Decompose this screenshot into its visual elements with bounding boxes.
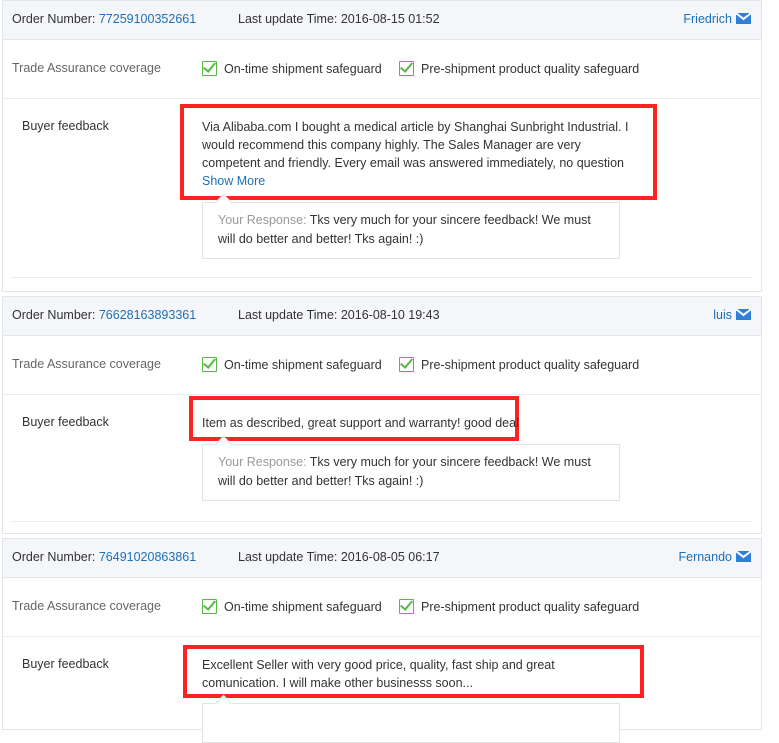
order-number-label: Order Number: 76628163893361	[12, 308, 197, 322]
trade-assurance-label: Trade Assurance coverage	[12, 61, 161, 75]
order-number-label: Order Number: 76491020863861	[12, 550, 197, 564]
buyer-feedback-label: Buyer feedback	[22, 415, 109, 429]
check-icon	[202, 599, 217, 614]
order-card: Order Number: 76491020863861 Last update…	[2, 538, 762, 743]
order-header: Order Number: 76628163893361 Last update…	[3, 297, 761, 336]
seller-response: Your Response: Tks very much for your si…	[202, 202, 620, 259]
feedback-text: Excellent Seller with very good price, q…	[202, 658, 555, 690]
safeguard-quality: Pre-shipment product quality safeguard	[399, 599, 639, 614]
divider	[11, 521, 753, 522]
show-more-link[interactable]: Show More	[202, 174, 265, 188]
order-number-link[interactable]: 76628163893361	[99, 308, 196, 322]
check-icon	[202, 357, 217, 372]
divider	[11, 277, 753, 278]
buyer-name[interactable]: luis	[713, 308, 732, 322]
buyer-feedback-label: Buyer feedback	[22, 119, 109, 133]
trade-assurance-label: Trade Assurance coverage	[12, 357, 161, 371]
last-update: Last update Time: 2016-08-15 01:52	[238, 12, 440, 26]
order-number-link[interactable]: 77259100352661	[99, 12, 196, 26]
buyer-contact[interactable]: luis	[713, 308, 751, 322]
buyer-name[interactable]: Friedrich	[683, 12, 732, 26]
safeguard-quality: Pre-shipment product quality safeguard	[399, 357, 639, 372]
order-header: Order Number: 77259100352661 Last update…	[3, 1, 761, 40]
check-icon	[399, 357, 414, 372]
safeguard-ontime: On-time shipment safeguard	[202, 61, 382, 76]
safeguard-quality: Pre-shipment product quality safeguard	[399, 61, 639, 76]
buyer-feedback-label: Buyer feedback	[22, 657, 109, 671]
safeguard-ontime: On-time shipment safeguard	[202, 599, 382, 614]
mail-icon[interactable]	[736, 13, 751, 24]
buyer-contact[interactable]: Fernando	[678, 550, 751, 564]
mail-icon[interactable]	[736, 551, 751, 562]
trade-assurance-row: Trade Assurance coverage On-time shipmen…	[3, 40, 761, 99]
last-update: Last update Time: 2016-08-10 19:43	[238, 308, 440, 322]
feedback-text: Via Alibaba.com I bought a medical artic…	[202, 120, 629, 188]
trade-assurance-label: Trade Assurance coverage	[12, 599, 161, 613]
check-icon	[202, 61, 217, 76]
seller-response	[202, 703, 620, 743]
feedback-text: Item as described, great support and war…	[202, 416, 519, 430]
last-update: Last update Time: 2016-08-05 06:17	[238, 550, 440, 564]
trade-assurance-row: Trade Assurance coverage On-time shipmen…	[3, 578, 761, 637]
seller-response: Your Response: Tks very much for your si…	[202, 444, 620, 501]
buyer-name[interactable]: Fernando	[678, 550, 732, 564]
order-header: Order Number: 76491020863861 Last update…	[3, 539, 761, 578]
safeguard-ontime: On-time shipment safeguard	[202, 357, 382, 372]
check-icon	[399, 599, 414, 614]
order-card: Order Number: 77259100352661 Last update…	[2, 0, 762, 292]
check-icon	[399, 61, 414, 76]
trade-assurance-row: Trade Assurance coverage On-time shipmen…	[3, 336, 761, 395]
order-number-label: Order Number: 77259100352661	[12, 12, 197, 26]
mail-icon[interactable]	[736, 309, 751, 320]
order-number-link[interactable]: 76491020863861	[99, 550, 196, 564]
buyer-contact[interactable]: Friedrich	[683, 12, 751, 26]
order-card: Order Number: 76628163893361 Last update…	[2, 296, 762, 534]
